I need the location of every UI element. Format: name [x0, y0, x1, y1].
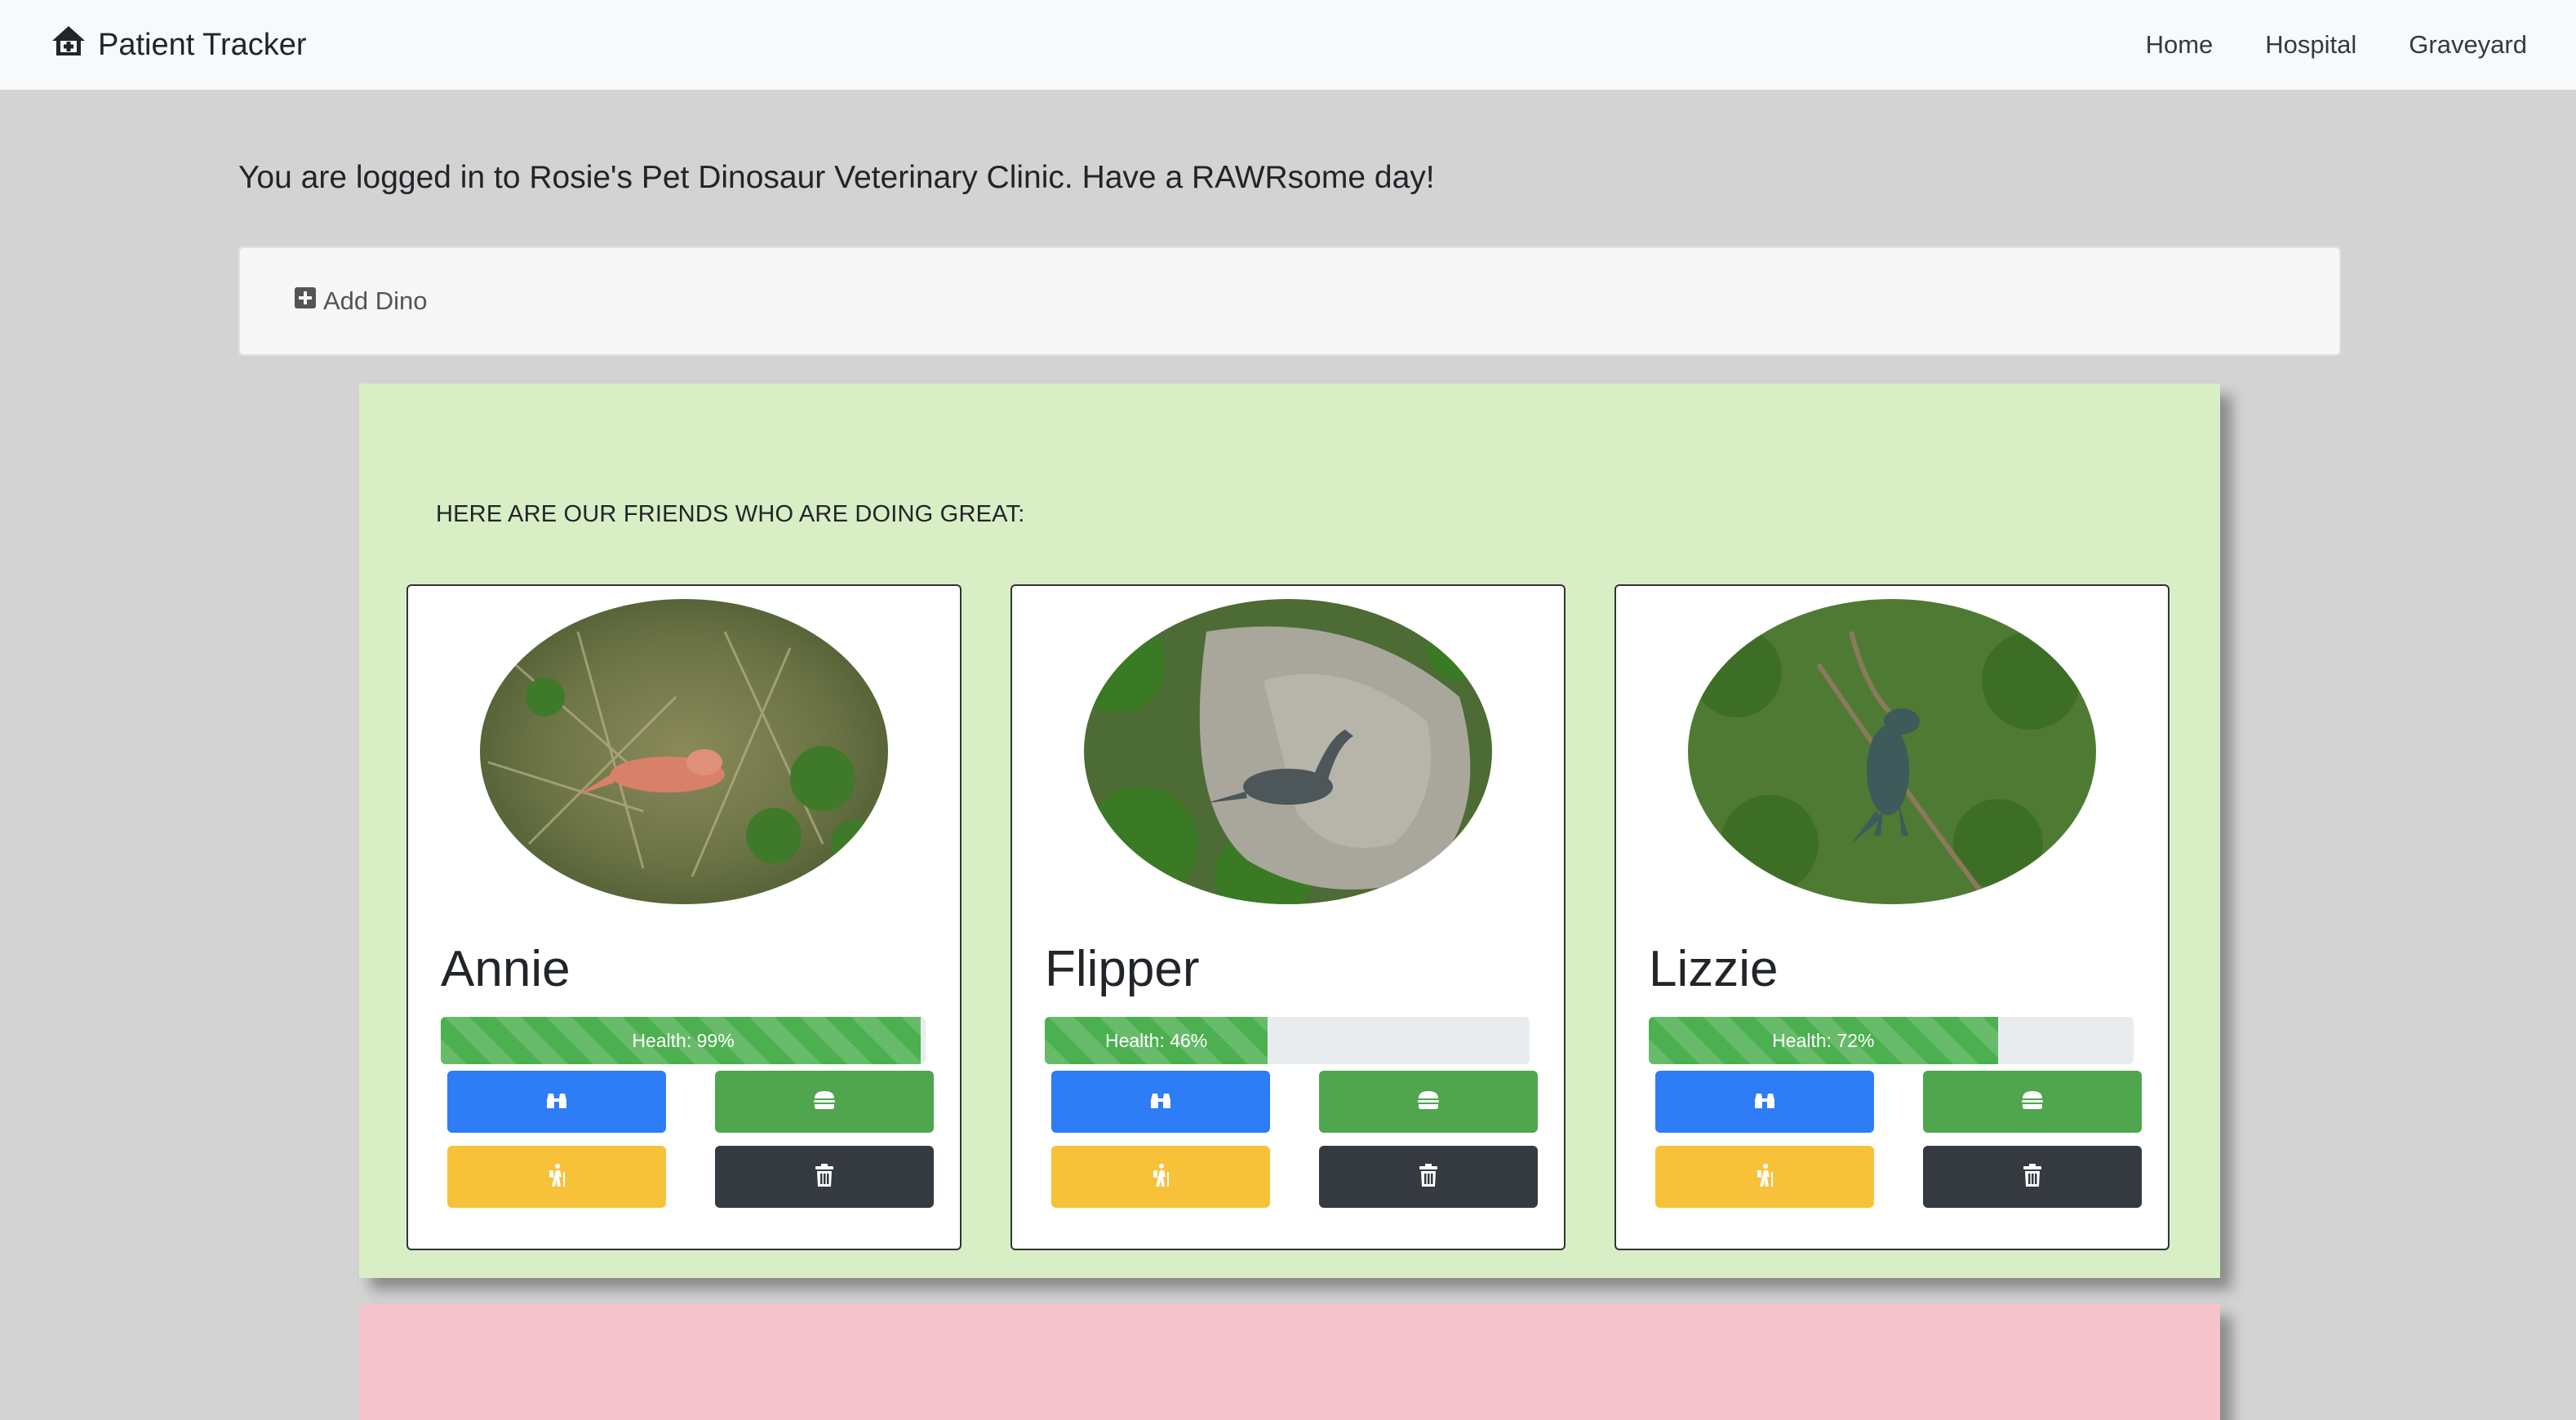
- adventure-dino-button[interactable]: [1051, 1146, 1270, 1208]
- health-progress: Health: 46%: [1045, 1017, 1530, 1064]
- welcome-message: You are logged in to Rosie's Pet Dinosau…: [238, 160, 1435, 195]
- hamburger-icon: [811, 1087, 837, 1117]
- dino-card: Lizzie Health: 72%: [1614, 584, 2170, 1250]
- navbar: Patient Tracker Home Hospital Graveyard: [0, 0, 2576, 90]
- add-dino-label: Add Dino: [323, 286, 428, 315]
- hamburger-icon: [1415, 1087, 1441, 1117]
- clinic-house-icon: [51, 24, 87, 65]
- feed-dino-button[interactable]: [1319, 1071, 1538, 1133]
- view-dino-button[interactable]: [1051, 1071, 1270, 1133]
- trash-icon: [811, 1162, 837, 1192]
- trash-icon: [2019, 1162, 2045, 1192]
- view-dino-button[interactable]: [1655, 1071, 1874, 1133]
- hamburger-icon: [2019, 1087, 2045, 1117]
- delete-dino-button[interactable]: [715, 1146, 934, 1208]
- health-progress: Health: 72%: [1649, 1017, 2134, 1064]
- view-dino-button[interactable]: [447, 1071, 666, 1133]
- hiking-icon: [1752, 1162, 1778, 1192]
- health-progress: Health: 99%: [441, 1017, 926, 1064]
- dino-photo: [480, 599, 888, 904]
- dino-photo: [1688, 599, 2096, 904]
- nav-graveyard-link[interactable]: Graveyard: [2409, 30, 2527, 60]
- nav-home-link[interactable]: Home: [2146, 30, 2214, 60]
- add-dino-button[interactable]: Add Dino: [294, 286, 428, 316]
- healthy-dinos-section: HERE ARE OUR FRIENDS WHO ARE DOING GREAT…: [359, 384, 2220, 1278]
- health-label: Health: 99%: [632, 1029, 735, 1051]
- feed-dino-button[interactable]: [1923, 1071, 2142, 1133]
- brand[interactable]: Patient Tracker: [51, 24, 307, 65]
- delete-dino-button[interactable]: [1923, 1146, 2142, 1208]
- critical-dinos-section: [359, 1304, 2220, 1420]
- brand-title: Patient Tracker: [98, 27, 307, 62]
- nav-links: Home Hospital Graveyard: [2146, 30, 2527, 60]
- hiking-icon: [544, 1162, 570, 1192]
- nav-hospital-link[interactable]: Hospital: [2265, 30, 2356, 60]
- health-label-text: Health: 46%: [1104, 1029, 1208, 1051]
- health-label-text: Health: 72%: [1772, 1029, 1875, 1051]
- binoculars-icon: [1148, 1087, 1174, 1117]
- binoculars-icon: [544, 1087, 570, 1117]
- binoculars-icon: [1752, 1087, 1778, 1117]
- delete-dino-button[interactable]: [1319, 1146, 1538, 1208]
- dino-name: Flipper: [1045, 941, 1200, 997]
- section-heading: HERE ARE OUR FRIENDS WHO ARE DOING GREAT…: [436, 501, 1025, 527]
- dino-photo: [1084, 599, 1492, 904]
- trash-icon: [1415, 1162, 1441, 1192]
- dino-name: Lizzie: [1649, 941, 1779, 997]
- adventure-dino-button[interactable]: [1655, 1146, 1874, 1208]
- add-dino-panel: Add Dino: [238, 246, 2341, 356]
- health-label: Health: 46%: [1045, 1017, 1530, 1064]
- hiking-icon: [1148, 1162, 1174, 1192]
- adventure-dino-button[interactable]: [447, 1146, 666, 1208]
- health-label: Health: 72%: [1649, 1017, 2134, 1064]
- plus-square-icon: [294, 286, 317, 316]
- dino-card: Annie Health: 99%: [406, 584, 962, 1250]
- dino-card: Flipper Health: 46%: [1010, 584, 1566, 1250]
- feed-dino-button[interactable]: [715, 1071, 934, 1133]
- dino-name: Annie: [441, 941, 571, 997]
